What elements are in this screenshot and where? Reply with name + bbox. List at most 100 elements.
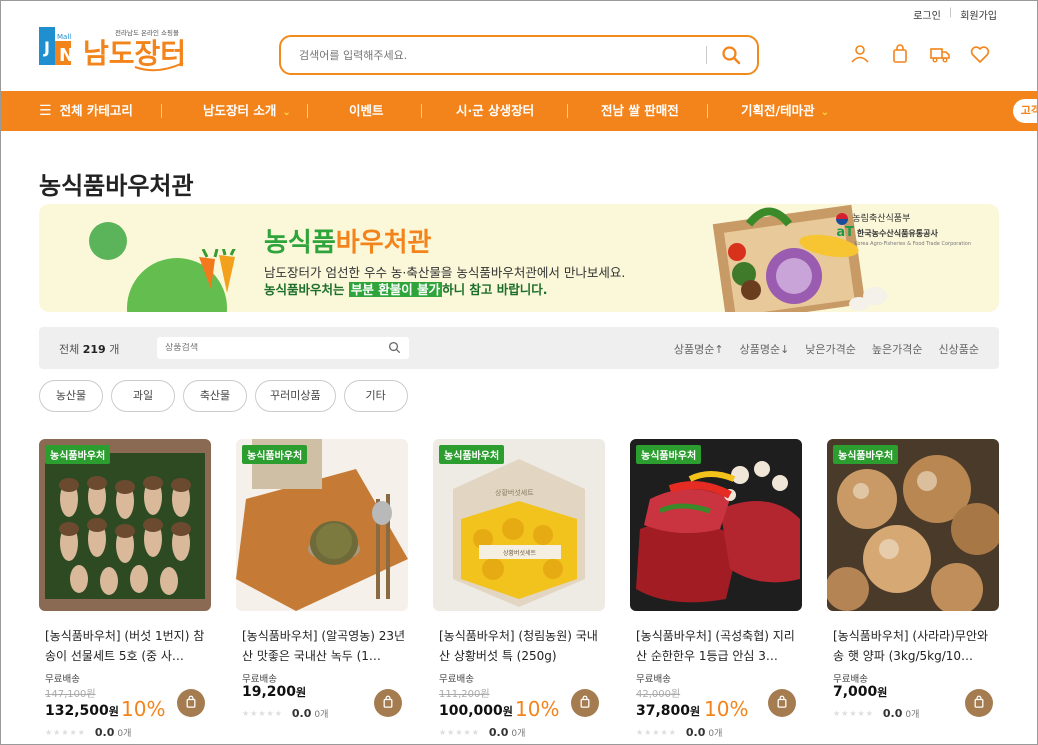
add-to-cart-button[interactable] <box>768 689 796 717</box>
decor-circle <box>89 222 127 260</box>
star-icons: ★★★★★ <box>439 728 480 737</box>
product-image[interactable]: 상황버섯세트 상황버섯세트 농식품바우처 <box>433 439 605 611</box>
search-icon[interactable] <box>721 45 741 65</box>
chip-etc[interactable]: 기타 <box>343 380 408 412</box>
add-to-cart-button[interactable] <box>374 689 402 717</box>
customer-center-button[interactable]: 고객 <box>1012 99 1037 123</box>
sale-price: 7,000원 <box>833 684 888 700</box>
nav-item-about[interactable]: 남도장터 소개 ⌄ <box>203 91 291 131</box>
discount-rate: 10% <box>515 697 560 721</box>
voucher-badge: 농식품바우처 <box>439 445 505 464</box>
chip-bundle[interactable]: 꾸러미상품 <box>255 380 336 412</box>
product-name[interactable]: [농식품바우처] (곡성축협) 지리산 순한한우 1등급 안심 3… <box>636 626 800 666</box>
join-link[interactable]: 회원가입 <box>960 7 997 22</box>
sort-newest[interactable]: 신상품순 <box>939 341 979 357</box>
product-image[interactable]: 농식품바우처 <box>236 439 408 611</box>
star-icons: ★★★★★ <box>45 728 86 737</box>
chevron-down-icon: ⌄ <box>820 107 829 118</box>
product-image[interactable]: 농식품바우처 <box>630 439 802 611</box>
chip-fruit[interactable]: 과일 <box>111 380 175 412</box>
nav-item-local-market[interactable]: 시·군 상생장터 <box>456 91 534 131</box>
voucher-badge: 농식품바우처 <box>636 445 702 464</box>
shopping-bag-icon <box>578 694 592 713</box>
sale-price: 37,800원 <box>636 703 701 719</box>
all-category-menu[interactable]: ☰ 전체 카테고리 <box>39 91 133 131</box>
svg-text:상황버섯세트: 상황버섯세트 <box>503 549 537 557</box>
voucher-badge: 농식품바우처 <box>833 445 899 464</box>
product-image[interactable]: 농식품바우처 <box>827 439 999 611</box>
product-rating: ★★★★★ 0.0 0개 <box>242 707 329 720</box>
shopping-bag-icon[interactable] <box>889 43 911 65</box>
banner-notice: 농식품바우처는 부분 환불이 불가 하니 참고 바랍니다. <box>264 282 548 297</box>
product-card[interactable]: 농식품바우처 [농식품바우처] (곡성축협) 지리산 순한한우 1등급 안심 3… <box>630 439 802 739</box>
product-name[interactable]: [농식품바우처] (버섯 1번지) 참송이 선물세트 5호 (중 사… <box>45 626 209 666</box>
product-search-input[interactable] <box>165 343 388 353</box>
chip-agricultural[interactable]: 농산물 <box>39 380 103 412</box>
product-card[interactable]: 농식품바우처 [농식품바우처] (사라라)무안와송 햇 양파 (3kg/5kg/… <box>827 439 999 720</box>
nav-item-event[interactable]: 이벤트 <box>349 91 384 131</box>
sale-price: 100,000원 <box>439 703 513 719</box>
sort-name-desc[interactable]: 상품명순↓ <box>740 341 790 357</box>
product-rating: ★★★★★ 0.0 0개 <box>439 726 526 739</box>
original-price: 147,100원 <box>45 689 96 700</box>
svg-text:상황버섯세트: 상황버섯세트 <box>495 488 534 497</box>
product-rating: ★★★★★ 0.0 0개 <box>636 726 723 739</box>
star-icons: ★★★★★ <box>242 709 283 718</box>
add-to-cart-button[interactable] <box>177 689 205 717</box>
svg-text:Mall: Mall <box>57 33 71 41</box>
product-rating: ★★★★★ 0.0 0개 <box>833 707 920 720</box>
hamburger-icon: ☰ <box>39 103 52 119</box>
discount-rate: 10% <box>704 697 749 721</box>
voucher-badge: 농식품바우처 <box>45 445 111 464</box>
svg-text:J: J <box>43 38 50 57</box>
product-rating: ★★★★★ 0.0 0개 <box>45 726 132 739</box>
star-icons: ★★★★★ <box>636 728 677 737</box>
search-icon[interactable] <box>388 339 401 358</box>
product-name[interactable]: [농식품바우처] (알곡영농) 23년산 맛좋은 국내산 녹두 (1… <box>242 626 406 666</box>
product-name[interactable]: [농식품바우처] (청림농원) 국내산 상황버섯 특 (250g) <box>439 626 603 666</box>
voucher-badge: 농식품바우처 <box>242 445 308 464</box>
header-icons <box>849 43 991 65</box>
voucher-banner: 농식품바우처관 남도장터가 엄선한 우수 농·축산물을 농식품바우처관에서 만나… <box>39 204 999 312</box>
nav-item-rice-sale[interactable]: 전남 쌀 판매전 <box>601 91 679 131</box>
ministry-emblem-icon <box>836 212 849 225</box>
original-price: 42,000원 <box>636 689 681 700</box>
nav-item-theme[interactable]: 기획전/테마관 ⌄ <box>741 91 829 131</box>
sort-price-high[interactable]: 높은가격순 <box>872 341 923 357</box>
product-card[interactable]: 상황버섯세트 상황버섯세트 농식품바우처 [농식품바우처] (청림농원) 국내산… <box>433 439 605 739</box>
main-nav: ☰ 전체 카테고리 남도장터 소개 ⌄ 이벤트 시·군 상생장터 전남 쌀 판매전 … <box>1 91 1037 131</box>
user-icon[interactable] <box>849 43 871 65</box>
shopping-bag-icon <box>972 694 986 713</box>
sort-name-asc[interactable]: 상품명순↑ <box>674 341 724 357</box>
login-link[interactable]: 로그인 <box>913 7 941 22</box>
banner-title: 농식품바우처관 <box>264 228 432 258</box>
add-to-cart-button[interactable] <box>571 689 599 717</box>
star-icons: ★★★★★ <box>833 709 874 718</box>
category-chips: 농산물 과일 축산물 꾸러미상품 기타 <box>39 380 408 412</box>
sort-price-low[interactable]: 낮은가격순 <box>805 341 856 357</box>
filter-bar: 전체 219 개 상품명순↑ 상품명순↓ 낮은가격순 높은가격순 신상품순 <box>39 327 999 369</box>
product-card[interactable]: 농식품바우처 [농식품바우처] (알곡영농) 23년산 맛좋은 국내산 녹두 (… <box>236 439 408 720</box>
shopping-bag-icon <box>184 694 198 713</box>
shipping-label: 무료배송 <box>45 674 80 685</box>
site-logo[interactable]: Mall N J 남도장터 전라남도 온라인 쇼핑몰 <box>37 23 187 77</box>
page: 로그인 | 회원가입 Mall N J 남도장터 전라남도 온라인 쇼핑몰 검색… <box>0 0 1038 745</box>
svg-text:전라남도 온라인 쇼핑몰: 전라남도 온라인 쇼핑몰 <box>115 28 179 37</box>
page-title: 농식품바우처관 <box>39 172 194 200</box>
discount-rate: 10% <box>121 697 166 721</box>
delivery-truck-icon[interactable] <box>929 43 951 65</box>
utility-links: 로그인 | 회원가입 <box>913 7 997 22</box>
chip-livestock[interactable]: 축산물 <box>183 380 247 412</box>
carrot-illustration <box>199 249 236 293</box>
heart-icon[interactable] <box>969 43 991 65</box>
shipping-label: 무료배송 <box>242 674 277 685</box>
agency-logos: 농림축산식품부 aT 한국농수산식품유통공사 Korea Agro-Fisher… <box>836 212 971 247</box>
product-name[interactable]: [농식품바우처] (사라라)무안와송 햇 양파 (3kg/5kg/10… <box>833 626 997 666</box>
shopping-bag-icon <box>775 694 789 713</box>
sale-price: 132,500원 <box>45 703 119 719</box>
shopping-bag-icon <box>381 694 395 713</box>
search-input[interactable] <box>299 48 692 62</box>
product-image[interactable]: 농식품바우처 <box>39 439 211 611</box>
product-card[interactable]: 농식품바우처 [농식품바우처] (버섯 1번지) 참송이 선물세트 5호 (중 … <box>39 439 211 739</box>
add-to-cart-button[interactable] <box>965 689 993 717</box>
